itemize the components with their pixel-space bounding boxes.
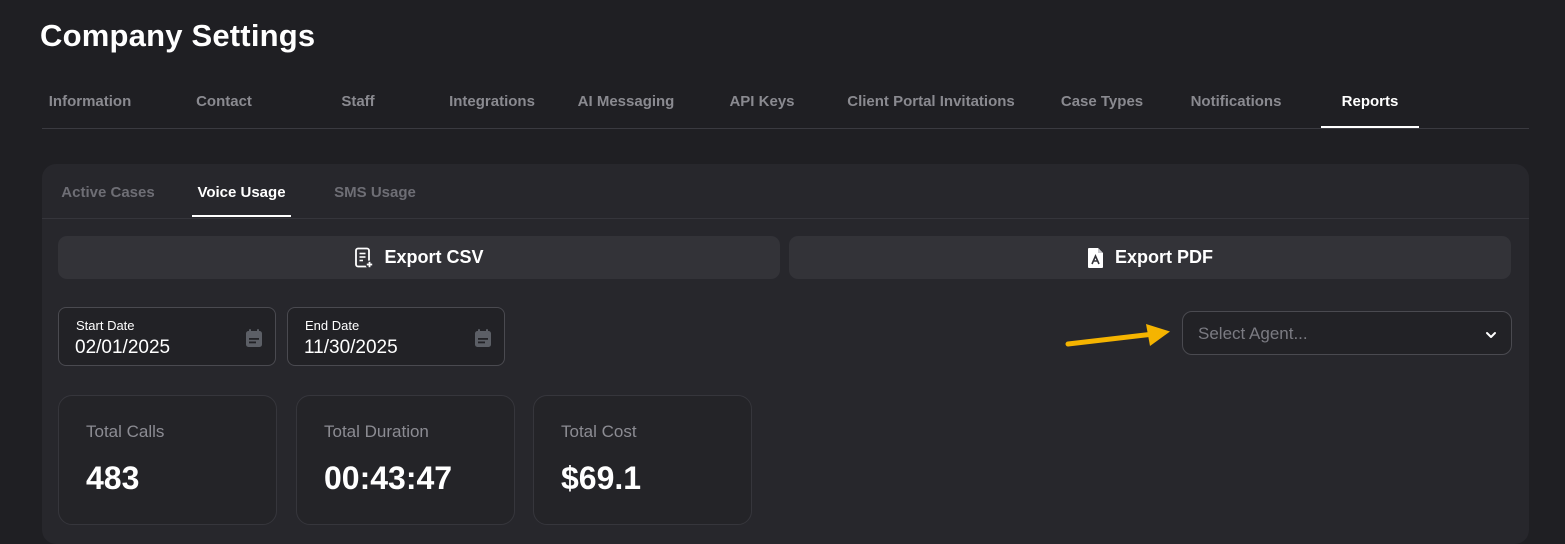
stat-value: $69.1 [561, 460, 642, 496]
calendar-icon[interactable] [245, 328, 263, 353]
stat-value: 00:43:47 [324, 460, 453, 496]
end-date-input[interactable] [304, 337, 464, 359]
export-csv-label: Export CSV [384, 247, 484, 267]
tab-case-types[interactable]: Case Types [1052, 80, 1152, 127]
tab-information[interactable]: Information [42, 80, 138, 127]
csv-file-icon [354, 247, 374, 269]
stat-label: Total Cost [561, 422, 637, 441]
export-csv-button[interactable]: Export CSV [58, 236, 780, 279]
tab-staff[interactable]: Staff [310, 80, 406, 127]
arrow-icon [1062, 322, 1172, 357]
tab-active-cases[interactable]: Active Cases [59, 164, 157, 216]
end-date-label: End Date [305, 318, 360, 333]
tab-integrations[interactable]: Integrations [444, 80, 540, 127]
agent-select-placeholder: Select Agent... [1198, 324, 1308, 343]
tab-voice-usage[interactable]: Voice Usage [192, 164, 291, 217]
start-date-input[interactable] [75, 337, 235, 359]
start-date-field[interactable]: Start Date [58, 307, 276, 366]
stat-label: Total Duration [324, 422, 429, 441]
chevron-down-icon [1485, 327, 1497, 345]
report-tab-bar: Active Cases Voice Usage SMS Usage [42, 164, 1529, 219]
stat-value: 483 [86, 460, 140, 496]
tab-reports[interactable]: Reports [1321, 80, 1419, 128]
tab-client-portal-invitations[interactable]: Client Portal Invitations [838, 80, 1024, 127]
stat-label: Total Calls [86, 422, 165, 441]
page-title: Company Settings [40, 18, 316, 53]
stat-card-total-calls: Total Calls 483 [58, 395, 277, 525]
export-pdf-label: Export PDF [1114, 247, 1213, 267]
tab-ai-messaging[interactable]: AI Messaging [568, 80, 684, 127]
tab-api-keys[interactable]: API Keys [712, 80, 812, 127]
agent-select[interactable]: Select Agent... [1182, 311, 1512, 355]
stat-card-total-duration: Total Duration 00:43:47 [296, 395, 515, 525]
pdf-file-icon [1087, 247, 1105, 269]
start-date-label: Start Date [76, 318, 135, 333]
tab-sms-usage[interactable]: SMS Usage [332, 164, 418, 216]
calendar-icon[interactable] [474, 328, 492, 353]
tab-notifications[interactable]: Notifications [1180, 80, 1292, 127]
export-pdf-button[interactable]: Export PDF [789, 236, 1511, 279]
stat-card-total-cost: Total Cost $69.1 [533, 395, 752, 525]
end-date-field[interactable]: End Date [287, 307, 505, 366]
reports-panel: Active Cases Voice Usage SMS Usage Expor… [42, 164, 1529, 544]
main-tab-bar: Information Contact Staff Integrations A… [42, 80, 1529, 129]
tab-contact[interactable]: Contact [176, 80, 272, 127]
